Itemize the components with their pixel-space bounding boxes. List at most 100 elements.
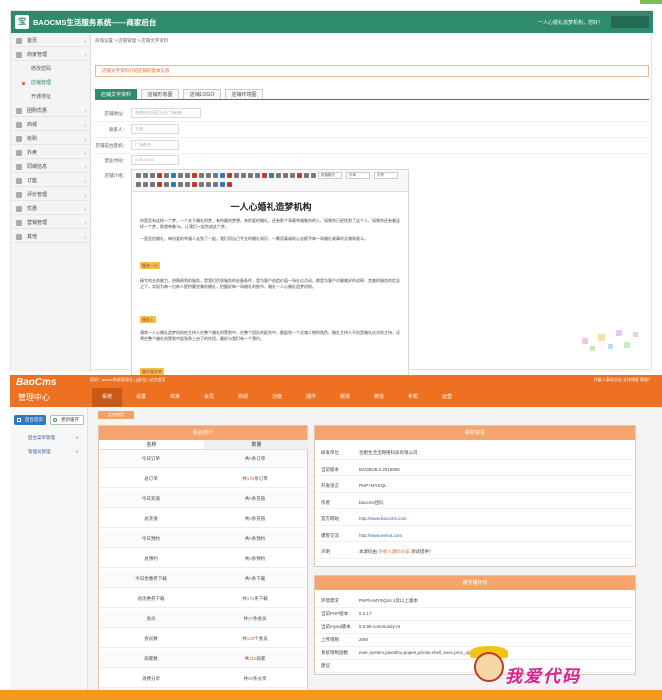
toolbar-button-icon[interactable] (220, 173, 225, 178)
contact-input[interactable]: 大器 (131, 124, 179, 134)
toolbar-button-icon[interactable] (248, 173, 253, 178)
sidebar-item[interactable]: › 同城信息 (11, 161, 91, 173)
toolbar-button-icon[interactable] (213, 182, 218, 187)
toolbar-button-icon[interactable] (185, 173, 190, 178)
info-value[interactable]: http://www.eenot.com (359, 529, 402, 542)
toolbar-button-icon[interactable] (199, 182, 204, 187)
toolbar-button-icon[interactable] (311, 173, 316, 178)
editor-paragraph: 通常一人心婚礼造梦机构的主持人在整个婚礼的策划中，在整个团队的配合中，都起到一个… (140, 330, 400, 341)
toolbar-button-icon[interactable] (220, 182, 225, 187)
hours-input[interactable]: 8:00-19:00 (131, 155, 179, 165)
stat-value: 共112商家 (203, 650, 307, 668)
phone-input[interactable]: 广场前台 (131, 140, 179, 150)
sidebar-item-admin-manage[interactable]: 管理员管理 (28, 449, 51, 455)
toolbar-button-icon[interactable] (143, 173, 148, 178)
toolbar-select[interactable]: 段落格式 (318, 172, 342, 179)
toolbar-button-icon[interactable] (178, 173, 183, 178)
sidebar-subitem[interactable]: 开通地址 (11, 91, 91, 103)
info-key: 当前版本 (321, 466, 339, 472)
toolbar-button-icon[interactable] (150, 182, 155, 187)
toolbar-button-icon[interactable] (206, 182, 211, 187)
stat-value: 共172条订单 (203, 470, 307, 488)
toolbar-select[interactable]: 字体 (346, 172, 370, 179)
nav-item[interactable]: 会员 (194, 388, 224, 407)
home-button[interactable]: 后台首页 (14, 415, 46, 425)
rich-text-editor[interactable]: 段落格式 字体 字号 一人心婚礼造梦机构 你是否有这样一个梦，一个关于婚礼的梦，有你… (131, 169, 409, 405)
nav-item[interactable]: 微信 (364, 388, 394, 407)
sidebar-item[interactable]: › 优惠 (11, 203, 91, 215)
info-value-link[interactable]: 外星人源码论坛 (378, 549, 410, 554)
sidebar-item[interactable]: › 团购优惠 (11, 105, 91, 117)
sidebar-item[interactable]: › 抢购 (11, 133, 91, 145)
sidebar-item[interactable]: › 评价管理 (11, 189, 91, 201)
toolbar-button-icon[interactable] (136, 182, 141, 187)
toolbar-button-icon[interactable] (262, 173, 267, 178)
toolbar-button-icon[interactable] (255, 173, 260, 178)
info-key: 建议 (321, 663, 330, 668)
toolbar-button-icon[interactable] (164, 173, 169, 178)
toolbar-button-icon[interactable] (227, 173, 232, 178)
toolbar-button-icon[interactable] (199, 173, 204, 178)
toolbar-button-icon[interactable] (234, 173, 239, 178)
toolbar-button-icon[interactable] (164, 182, 169, 187)
nav-item[interactable]: 系统 (92, 388, 122, 407)
header-links[interactable]: 升级人事站点化 支持博客 帮助？ (594, 377, 652, 383)
toolbar-button-icon[interactable] (241, 173, 246, 178)
sidebar-item[interactable]: › 其他 (11, 231, 91, 243)
toolbar-button-icon[interactable] (185, 182, 190, 187)
toolbar-select[interactable]: 字号 (374, 172, 398, 179)
sidebar-item[interactable]: › 订座 (11, 175, 91, 187)
sidebar-subitem[interactable]: 修改密码 (11, 63, 91, 75)
chevron-down-icon: ▾ (76, 449, 79, 454)
info-value[interactable]: http://www.baocms.com (359, 512, 407, 525)
user-greeting[interactable]: 一人心婚礼造梦机构，您好！ (538, 19, 603, 26)
hours-label: 营业时间： (104, 158, 128, 163)
info-value-text: 测试提供！ (409, 549, 434, 554)
sidebar-item[interactable]: › 首页 (11, 35, 91, 47)
toolbar-button-icon[interactable] (157, 173, 162, 178)
welcome-text[interactable]: 您好！admin系统管理员 | [退出] | 站点首页 (90, 377, 166, 383)
toolbar-button-icon[interactable] (171, 182, 176, 187)
header-action-area[interactable] (611, 16, 649, 28)
toolbar-button-icon[interactable] (290, 173, 295, 178)
sidebar-item-menu-manage[interactable]: 后台菜单管理 (28, 435, 55, 441)
toolbar-button-icon[interactable] (171, 173, 176, 178)
toolbar-button-icon[interactable] (227, 182, 232, 187)
version-card-title: 版权信息 (315, 426, 635, 440)
toolbar-button-icon[interactable] (192, 173, 197, 178)
toolbar-button-icon[interactable] (297, 173, 302, 178)
stat-name: 今日优惠券下载 (135, 576, 167, 581)
nav-item[interactable]: 运营 (432, 388, 462, 407)
sidebar-subitem[interactable]: 店铺管理 (11, 77, 91, 89)
toolbar-button-icon[interactable] (143, 182, 148, 187)
sidebar-item[interactable]: › 外卖 (11, 147, 91, 159)
admin-logo: BaoCms (16, 377, 57, 388)
breadcrumb-tag[interactable]: 后台首页 (98, 411, 134, 419)
toolbar-button-icon[interactable] (192, 182, 197, 187)
nav-item[interactable]: 设置 (126, 388, 156, 407)
toolbar-button-icon[interactable] (269, 173, 274, 178)
nav-item[interactable]: 手机 (398, 388, 428, 407)
toolbar-button-icon[interactable] (178, 182, 183, 187)
toolbar-button-icon[interactable] (304, 173, 309, 178)
toolbar-button-icon[interactable] (150, 173, 155, 178)
toolbar-button-icon[interactable] (213, 173, 218, 178)
nav-item[interactable]: 商家 (160, 388, 190, 407)
nav-item[interactable]: 频道 (330, 388, 360, 407)
nav-item[interactable]: 商城 (228, 388, 258, 407)
sidebar-item[interactable]: › 营销管理 (11, 217, 91, 229)
sidebar-item-label: 抢购 (27, 136, 38, 142)
nav-item[interactable]: 插件 (296, 388, 326, 407)
toolbar-button-icon[interactable] (276, 173, 281, 178)
address-input[interactable]: 合肥市包河区万达广场B座 (131, 108, 201, 118)
sidebar: › 首页 › 商家管理修改密码店铺管理开通地址 › 团购优惠 › 商城 › 抢购 › 外卖 › 同城信息 ›… (11, 33, 91, 371)
stat-value: 共140个会员 (203, 630, 307, 648)
sidebar-item[interactable]: › 商家管理 (11, 49, 91, 61)
refresh-cache-button[interactable]: 更新缓存 (50, 415, 84, 425)
sidebar-item[interactable]: › 商城 (11, 119, 91, 131)
toolbar-button-icon[interactable] (283, 173, 288, 178)
toolbar-button-icon[interactable] (157, 182, 162, 187)
toolbar-button-icon[interactable] (136, 173, 141, 178)
toolbar-button-icon[interactable] (206, 173, 211, 178)
nav-item[interactable]: 功能 (262, 388, 292, 407)
